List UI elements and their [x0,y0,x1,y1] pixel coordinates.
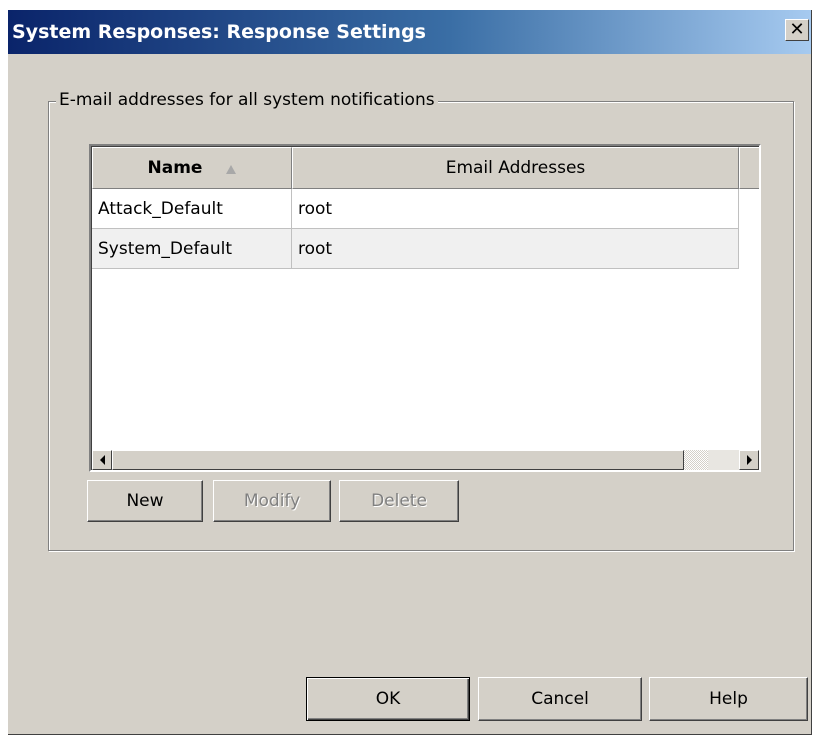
table-row[interactable]: System_Default root [92,229,739,269]
table-header: Name Email Addresses [92,147,759,189]
email-cell: root [292,189,739,229]
arrow-left-icon [99,455,105,465]
arrow-right-icon [746,455,752,465]
dialog-window: System Responses: Response Settings ✕ E-… [8,10,812,735]
email-table: Name Email Addresses Attack_Default root… [89,144,761,472]
cancel-button[interactable]: Cancel [478,677,642,721]
column-header-name-label: Name [147,158,203,178]
email-cell: root [292,229,739,269]
table-row[interactable]: Attack_Default root [92,189,739,229]
horizontal-scrollbar[interactable] [92,450,759,470]
close-icon: ✕ [789,19,805,40]
table-body: Name Email Addresses Attack_Default root… [91,146,759,470]
name-cell: System_Default [92,229,292,269]
scrollbar-thumb[interactable] [112,450,684,470]
column-header-name[interactable]: Name [92,147,292,189]
column-header-email-label: Email Addresses [445,158,586,178]
column-header-filler [739,147,759,189]
title-bar[interactable]: System Responses: Response Settings ✕ [8,10,811,54]
scroll-left-button[interactable] [92,450,112,470]
modify-button[interactable]: Modify [213,480,331,522]
scroll-right-button[interactable] [739,450,759,470]
close-button[interactable]: ✕ [785,19,809,41]
new-button[interactable]: New [87,480,203,522]
column-header-email[interactable]: Email Addresses [292,147,739,189]
delete-button[interactable]: Delete [339,480,459,522]
ok-button[interactable]: OK [306,677,470,721]
groupbox-label: E-mail addresses for all system notifica… [56,90,438,110]
sort-ascending-icon [226,164,237,174]
window-title: System Responses: Response Settings [12,21,426,43]
name-cell: Attack_Default [92,189,292,229]
scrollbar-track[interactable] [684,450,708,470]
help-button[interactable]: Help [649,677,808,721]
